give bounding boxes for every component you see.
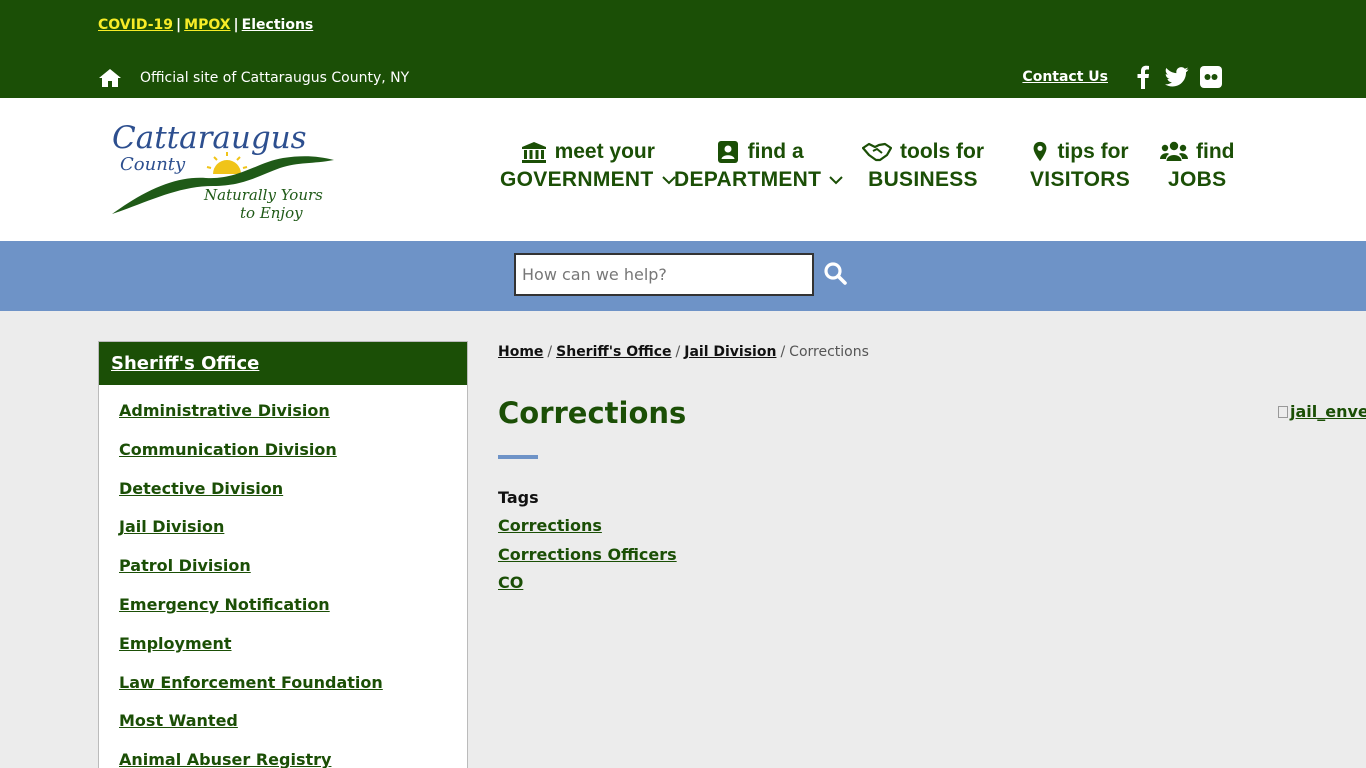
list-item: CO — [498, 573, 677, 602]
top-right-links: Contact Us — [1022, 64, 1224, 90]
image-alt-text: jail_envelope — [1290, 402, 1366, 421]
tags-list: Corrections Corrections Officers CO — [498, 516, 677, 602]
government-building-icon — [521, 142, 546, 163]
sidebar-item-emergency-notification[interactable]: Emergency Notification — [119, 595, 330, 614]
nav-tools-for-business[interactable]: tools for BUSINESS — [862, 138, 984, 194]
sidebar-item-detective-division[interactable]: Detective Division — [119, 479, 283, 498]
handshake-icon — [862, 142, 892, 162]
alert-links: COVID-19 | MPOX | Elections — [98, 17, 313, 33]
breadcrumb-separator: / — [780, 344, 786, 360]
contact-us-link[interactable]: Contact Us — [1022, 69, 1108, 85]
sidebar-item: Jail Division — [119, 517, 467, 556]
nav-bottom-label: DEPARTMENT — [674, 168, 822, 191]
sidebar-item-animal-abuser-registry[interactable]: Animal Abuser Registry — [119, 750, 331, 768]
alert-separator: | — [233, 17, 239, 33]
sidebar-item-law-enforcement-foundation[interactable]: Law Enforcement Foundation — [119, 673, 383, 692]
facebook-icon[interactable] — [1130, 64, 1156, 90]
sidebar-item: Employment — [119, 634, 467, 673]
breadcrumb-home[interactable]: Home — [498, 344, 543, 360]
search-input[interactable] — [514, 253, 814, 296]
broken-image-link[interactable]: jail_envelope — [1278, 402, 1366, 421]
tag-link-corrections[interactable]: Corrections — [498, 516, 602, 535]
nav-bottom-label: BUSINESS — [868, 168, 978, 191]
breadcrumb-separator: / — [547, 344, 553, 360]
nav-meet-your-government[interactable]: meet your GOVERNMENT — [500, 138, 676, 194]
flickr-icon[interactable] — [1198, 64, 1224, 90]
list-item: Corrections — [498, 516, 677, 545]
sidebar-item-administrative-division[interactable]: Administrative Division — [119, 401, 330, 420]
nav-top-label: find a — [747, 140, 804, 163]
nav-bottom-label: JOBS — [1168, 168, 1227, 191]
list-item: Corrections Officers — [498, 545, 677, 574]
nav-top-label: meet your — [554, 140, 655, 163]
official-site-row: Official site of Cattaraugus County, NY — [98, 66, 409, 90]
sidebar-item-jail-division[interactable]: Jail Division — [119, 517, 224, 536]
svg-text:Cattaraugus: Cattaraugus — [112, 120, 307, 156]
nav-top-label: tools for — [900, 140, 984, 163]
twitter-icon[interactable] — [1164, 64, 1190, 90]
breadcrumb: Home / Sheriff's Office / Jail Division / Corr… — [498, 344, 869, 360]
sidebar-item: Animal Abuser Registry — [119, 750, 467, 768]
breadcrumb-sheriffs-office[interactable]: Sheriff's Office — [556, 344, 671, 360]
tags-label: Tags — [498, 488, 539, 507]
users-icon — [1160, 141, 1188, 161]
site-header: Cattaraugus County Naturally Yours to En… — [0, 98, 1366, 241]
nav-find-a-department[interactable]: find a DEPARTMENT — [674, 138, 843, 194]
search-button[interactable] — [822, 261, 848, 287]
tag-link-co[interactable]: CO — [498, 573, 523, 592]
sidebar-item-employment[interactable]: Employment — [119, 634, 232, 653]
county-logo[interactable]: Cattaraugus County Naturally Yours to En… — [108, 118, 338, 230]
chevron-down-icon — [829, 176, 843, 185]
nav-tips-for-visitors[interactable]: tips for VISITORS — [1030, 138, 1130, 194]
alert-separator: | — [176, 17, 182, 33]
sidebar-item: Most Wanted — [119, 711, 467, 750]
sidebar-title-link[interactable]: Sheriff's Office — [111, 353, 259, 374]
elections-link[interactable]: Elections — [242, 17, 314, 33]
nav-top-label: tips for — [1057, 140, 1129, 163]
map-marker-icon — [1034, 141, 1047, 162]
sidebar-item-patrol-division[interactable]: Patrol Division — [119, 556, 251, 575]
mpox-link[interactable]: MPOX — [184, 17, 230, 33]
top-bar: COVID-19 | MPOX | Elections Official site of… — [0, 0, 1366, 98]
svg-text:to Enjoy: to Enjoy — [240, 204, 303, 222]
nav-find-jobs[interactable]: find JOBS — [1160, 138, 1234, 194]
sidebar-header: Sheriff's Office — [99, 342, 467, 385]
sidebar-item: Detective Division — [119, 479, 467, 518]
sidebar-list: Administrative Division Communication Di… — [99, 385, 467, 768]
svg-text:County: County — [120, 154, 186, 175]
search-icon — [824, 262, 847, 285]
sidebar-item: Law Enforcement Foundation — [119, 673, 467, 712]
breadcrumb-current: Corrections — [789, 344, 869, 360]
broken-image-icon — [1278, 405, 1288, 418]
sidebar-item: Communication Division — [119, 440, 467, 479]
breadcrumb-separator: / — [675, 344, 681, 360]
sidebar-item-most-wanted[interactable]: Most Wanted — [119, 711, 238, 730]
nav-top-label: find — [1196, 140, 1235, 163]
search-band — [0, 241, 1366, 311]
page-title: Corrections — [498, 396, 687, 430]
official-site-text: Official site of Cattaraugus County, NY — [140, 70, 410, 86]
sidebar-item: Emergency Notification — [119, 595, 467, 634]
sidebar-item: Patrol Division — [119, 556, 467, 595]
breadcrumb-jail-division[interactable]: Jail Division — [684, 344, 776, 360]
nav-bottom-label: VISITORS — [1030, 168, 1131, 191]
nav-bottom-label: GOVERNMENT — [500, 168, 654, 191]
tag-link-corrections-officers[interactable]: Corrections Officers — [498, 545, 677, 564]
title-underline — [498, 455, 538, 459]
sidebar-nav: Sheriff's Office Administrative Division… — [98, 341, 468, 768]
covid-link[interactable]: COVID-19 — [98, 17, 173, 33]
sidebar-item-communication-division[interactable]: Communication Division — [119, 440, 337, 459]
address-book-icon — [717, 141, 738, 163]
svg-text:Naturally Yours: Naturally Yours — [203, 186, 323, 204]
sidebar-item: Administrative Division — [119, 401, 467, 440]
home-icon[interactable] — [98, 68, 122, 88]
